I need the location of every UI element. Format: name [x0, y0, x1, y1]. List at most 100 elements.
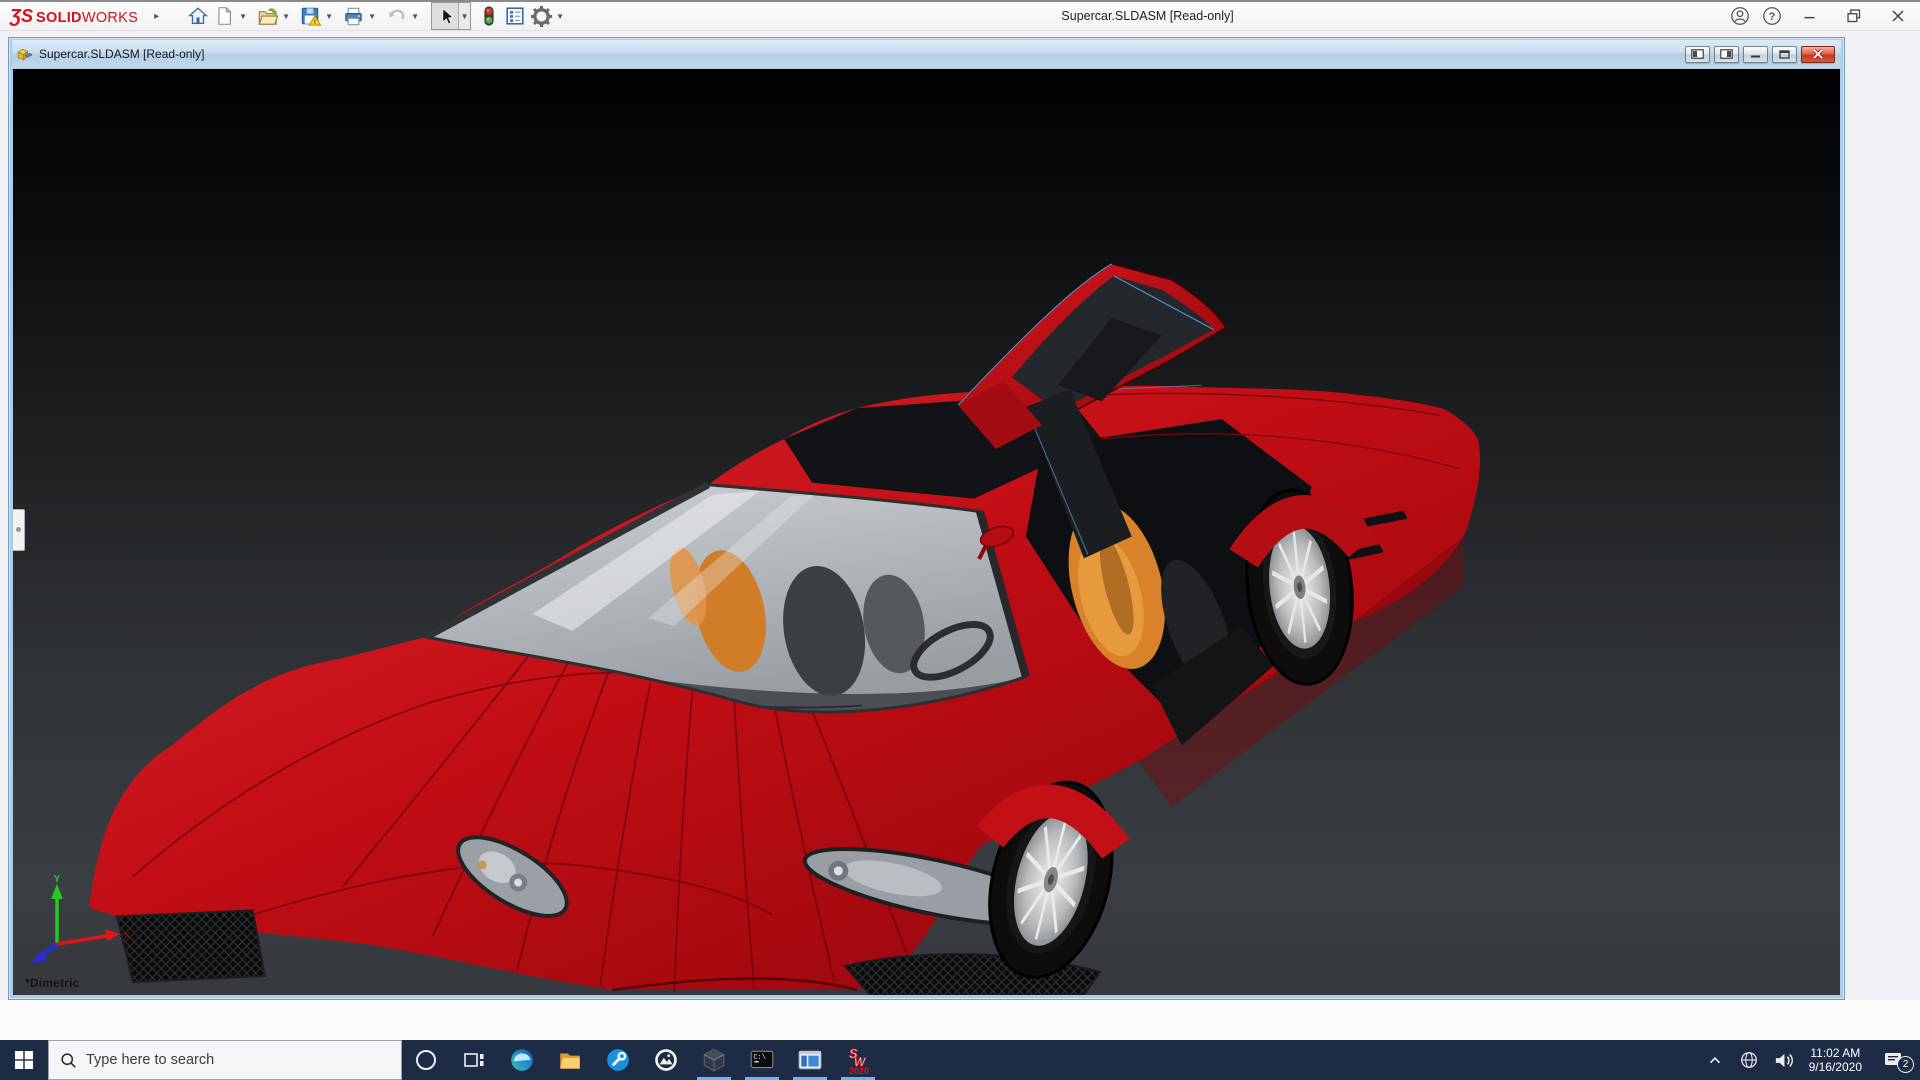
menu-expand-arrow[interactable]: ▸ — [154, 11, 159, 22]
taskbar-command-prompt-button[interactable]: C:\ — [738, 1040, 786, 1080]
undo-dropdown[interactable]: ▼ — [409, 3, 421, 29]
help-button[interactable]: ? — [1756, 3, 1788, 30]
document-title: Supercar.SLDASM [Read-only] — [39, 47, 1685, 61]
select-tool-group: ▼ — [431, 2, 471, 30]
taskbar-task-view-button[interactable] — [450, 1040, 498, 1080]
solidworks-year-label: 2020 — [849, 1066, 869, 1075]
taskbar-edge-button[interactable] — [498, 1040, 546, 1080]
taskbar-file-explorer-button[interactable] — [546, 1040, 594, 1080]
supercar-3d-model — [13, 69, 1840, 995]
main-toolbar: ▼ ▼ ! ▼ ▼ — [185, 2, 571, 30]
edge-icon — [509, 1047, 535, 1073]
tray-clock[interactable]: 11:02 AM 9/16/2020 — [1804, 1046, 1867, 1075]
doc-minimize-icon — [1750, 50, 1761, 59]
app-title: Supercar.SLDASM [Read-only] — [571, 9, 1724, 23]
taskbar-edrawings-button[interactable] — [690, 1040, 738, 1080]
pane-split-right-icon — [1720, 49, 1733, 59]
restore-icon — [1843, 5, 1865, 27]
select-button[interactable] — [432, 3, 458, 29]
doc-minimize-button[interactable] — [1743, 46, 1768, 63]
system-tray: 11:02 AM 9/16/2020 2 — [1702, 1040, 1920, 1080]
tray-volume-button[interactable] — [1770, 1040, 1797, 1080]
help-icon: ? — [1761, 5, 1783, 27]
new-document-icon — [213, 5, 235, 27]
user-account-button[interactable] — [1724, 3, 1756, 30]
task-view-icon — [462, 1048, 486, 1072]
tray-network-button[interactable] — [1736, 1040, 1763, 1080]
command-prompt-icon: C:\ — [749, 1047, 775, 1073]
left-intake-grille — [117, 910, 265, 982]
new-document-button[interactable] — [211, 3, 237, 29]
open-button[interactable] — [254, 3, 280, 29]
doc-close-icon — [1812, 49, 1824, 59]
feature-manager-collapsed-tab[interactable] — [13, 509, 25, 551]
minimize-icon — [1799, 5, 1821, 27]
undo-button[interactable] — [383, 3, 409, 29]
start-button[interactable] — [0, 1040, 48, 1080]
taskbar-cortana-button[interactable] — [402, 1040, 450, 1080]
app-titlebar: ƷS SOLID WORKS ▸ ▼ ▼ — [0, 0, 1920, 31]
triad-y-label: Y — [54, 874, 61, 885]
new-document-dropdown[interactable]: ▼ — [237, 3, 249, 29]
tray-show-hidden-button[interactable] — [1702, 1040, 1729, 1080]
remote-desktop-icon — [797, 1047, 823, 1073]
save-button[interactable]: ! — [297, 3, 323, 29]
save-icon: ! — [299, 5, 322, 28]
svg-text:?: ? — [1769, 11, 1776, 23]
action-center-button[interactable]: 2 — [1874, 1040, 1914, 1080]
print-icon — [342, 5, 365, 28]
print-dropdown[interactable]: ▼ — [366, 3, 378, 29]
close-icon — [1887, 5, 1909, 27]
select-cursor-icon — [435, 6, 456, 27]
taskbar-search[interactable] — [48, 1040, 402, 1080]
doc-maximize-button[interactable] — [1772, 46, 1797, 63]
options-button[interactable] — [528, 3, 554, 29]
minimize-button[interactable] — [1788, 3, 1832, 30]
rebuild-button[interactable] — [476, 3, 502, 29]
chevron-up-icon — [1706, 1051, 1724, 1069]
home-button[interactable] — [185, 3, 211, 29]
taskbar-remote-desktop-button[interactable] — [786, 1040, 834, 1080]
search-input[interactable] — [86, 1052, 366, 1068]
solidworks-logo: ƷS SOLID WORKS — [10, 6, 138, 27]
cortana-icon — [414, 1048, 438, 1072]
windows-taskbar: C:\ S W 2020 — [0, 1040, 1920, 1080]
document-window: Supercar.SLDASM [Read-only] — [8, 37, 1845, 1000]
options-dropdown[interactable]: ▼ — [554, 3, 566, 29]
select-dropdown[interactable]: ▼ — [458, 3, 470, 29]
pane-split-right-button[interactable] — [1714, 46, 1739, 63]
save-dropdown[interactable]: ▼ — [323, 3, 335, 29]
quick-assist-wrench-icon — [605, 1047, 631, 1073]
home-icon — [187, 5, 209, 27]
pane-split-left-button[interactable] — [1685, 46, 1710, 63]
restore-button[interactable] — [1832, 3, 1876, 30]
traffic-light-icon — [479, 4, 499, 28]
file-explorer-icon — [557, 1047, 583, 1073]
windows-logo-icon — [15, 1051, 33, 1069]
tray-date: 9/16/2020 — [1809, 1060, 1862, 1075]
file-properties-icon — [504, 5, 526, 27]
close-button[interactable] — [1876, 3, 1920, 30]
taskbar-photos-button[interactable] — [642, 1040, 690, 1080]
taskbar-solidworks-button[interactable]: S W 2020 — [834, 1040, 882, 1080]
open-folder-icon — [256, 5, 279, 28]
edrawings-hexagon-icon — [701, 1047, 727, 1073]
search-icon — [60, 1052, 77, 1069]
file-properties-button[interactable] — [502, 3, 528, 29]
taskbar-quick-assist-button[interactable] — [594, 1040, 642, 1080]
print-button[interactable] — [340, 3, 366, 29]
document-window-controls — [1685, 46, 1837, 63]
network-globe-icon — [1739, 1050, 1759, 1070]
triad-x-label: X — [124, 931, 131, 942]
doc-close-button[interactable] — [1801, 46, 1835, 63]
gear-icon — [530, 5, 553, 28]
orientation-triad: Y X — [27, 874, 132, 969]
open-dropdown[interactable]: ▼ — [280, 3, 292, 29]
app-background-strip — [0, 1000, 1920, 1040]
graphics-viewport[interactable]: Y X *Dimetric — [13, 69, 1840, 995]
command-prompt-label: C:\ — [753, 1054, 766, 1062]
notification-badge: 2 — [1897, 1056, 1914, 1073]
user-account-icon — [1729, 5, 1751, 27]
assembly-icon — [16, 46, 33, 62]
document-titlebar[interactable]: Supercar.SLDASM [Read-only] — [12, 40, 1841, 68]
